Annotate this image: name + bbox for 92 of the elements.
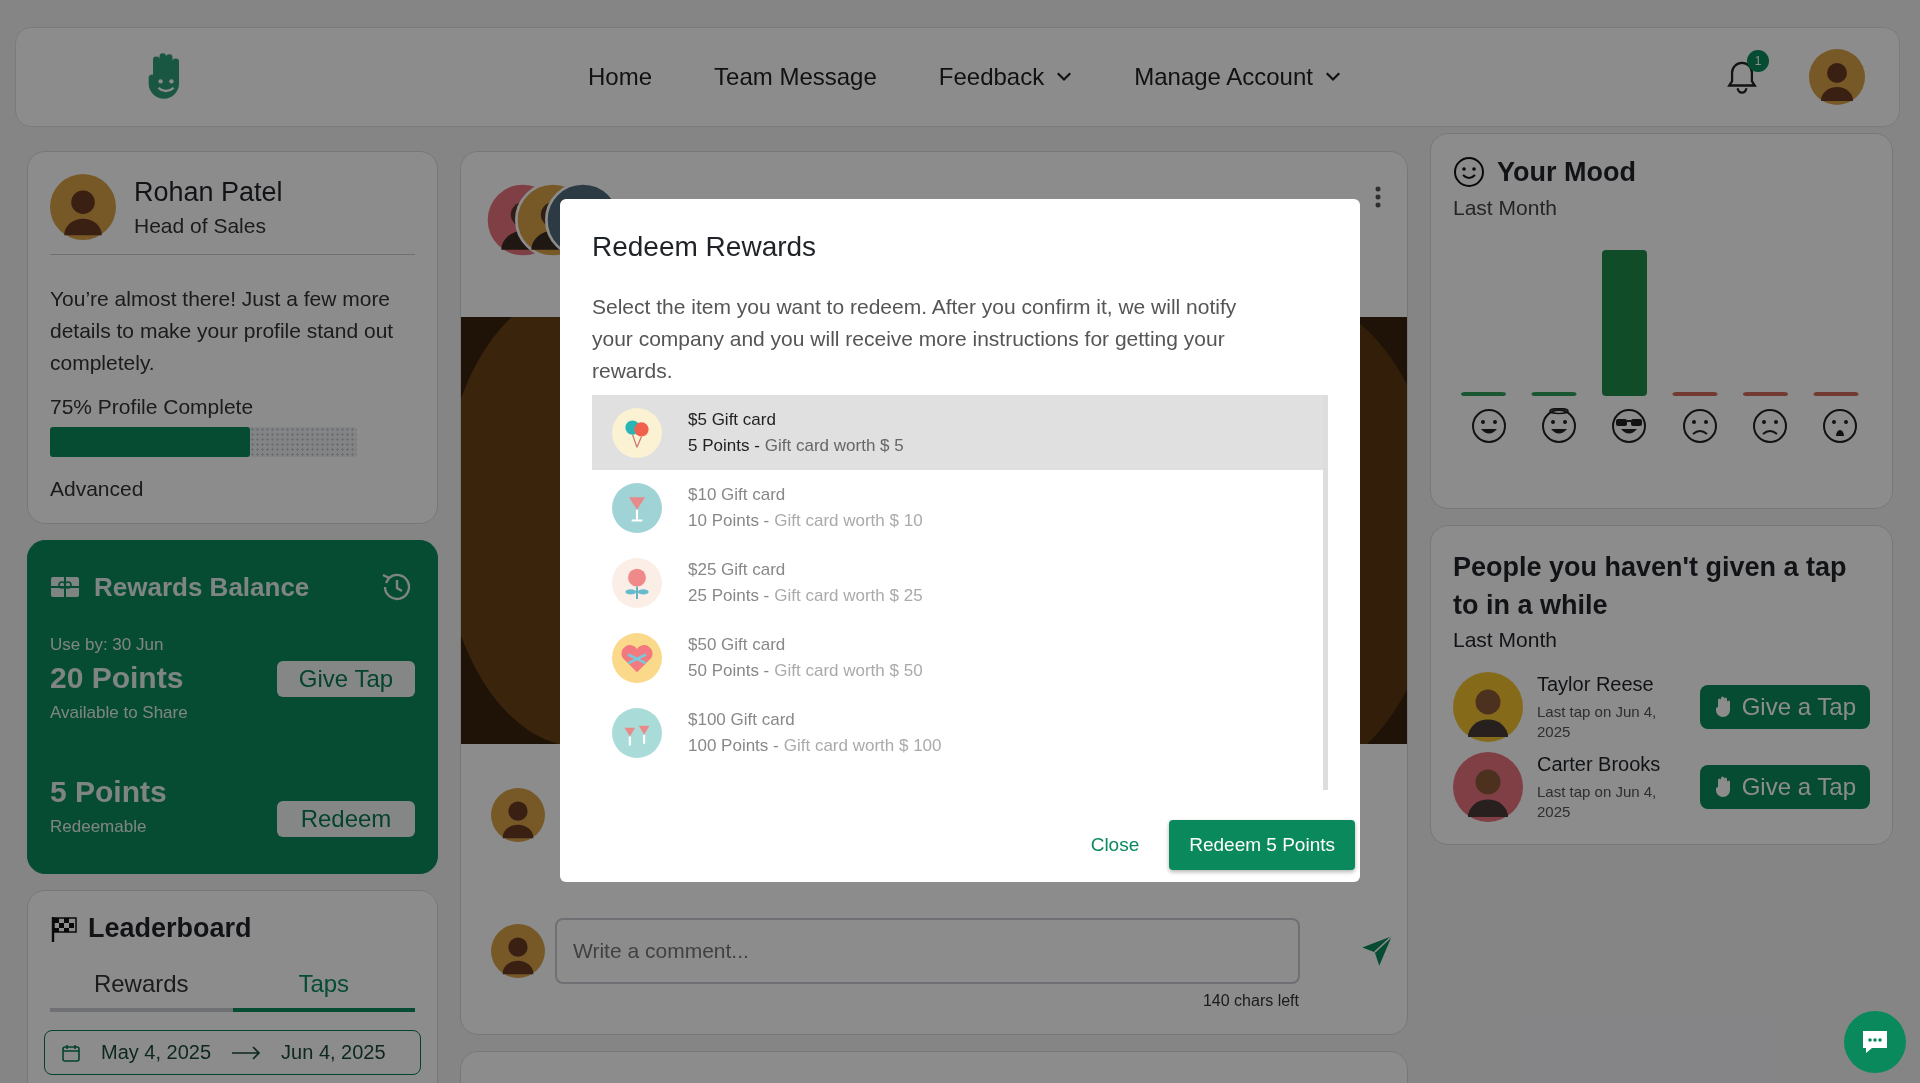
date-range-field[interactable]: May 4, 2025 Jun 4, 2025 (44, 1030, 421, 1075)
reward-option[interactable]: $25 Gift card 25 Points - Gift card worth $ 25 (592, 545, 1323, 620)
mood-bar (1743, 392, 1788, 396)
give-a-tap-button[interactable]: Give a Tap (1699, 685, 1870, 729)
profile-message: You’re almost there! Just a few more details to make your profile stand out completely. (50, 286, 395, 376)
notification-badge: 1 (1747, 50, 1769, 72)
reward-detail: Gift card worth $ 50 (774, 660, 923, 681)
reward-icon (612, 632, 662, 683)
progress-label: 75% Profile Complete (50, 395, 255, 419)
reward-title: $5 Gift card (688, 409, 777, 430)
leaderboard-tab[interactable]: Rewards (50, 970, 233, 1012)
mood-title: Your Mood (1497, 156, 1636, 188)
chat-icon (1860, 1028, 1890, 1056)
use-by-date: Use by: 30 Jun (50, 635, 165, 655)
reward-title: $25 Gift card (688, 559, 787, 580)
leaderboard-tab[interactable]: Taps (232, 970, 415, 1012)
avatar-icon (1453, 752, 1523, 822)
avatar-icon (491, 788, 545, 842)
avatar-icon (491, 924, 545, 978)
flag-icon (50, 914, 78, 943)
redeem-points: 5 Points (50, 775, 167, 809)
emoji-icon (1541, 408, 1578, 444)
close-button[interactable]: Close (1084, 833, 1146, 857)
send-icon[interactable] (1360, 934, 1394, 968)
people-subtitle: Last Month (1453, 628, 1558, 652)
reward-option[interactable]: $100 Gift card 100 Points - Gift card worth $ 100 (592, 695, 1323, 770)
avatar-icon[interactable] (1809, 49, 1865, 105)
give-a-tap-button[interactable]: Give a Tap (1699, 765, 1870, 809)
mood-subtitle: Last Month (1453, 196, 1558, 220)
leaderboard-title: Leaderboard (88, 913, 252, 944)
reward-icon (612, 557, 662, 608)
emoji-icon (1751, 408, 1788, 444)
more-options-icon[interactable] (1375, 186, 1381, 208)
redeem-points-button[interactable]: Redeem 5 Points (1169, 820, 1355, 870)
nav-link[interactable]: Team Message (714, 63, 877, 91)
last-tap-date: Last tap on Jun 4, 2025 (1537, 701, 1658, 742)
profile-name: Rohan Patel (134, 176, 283, 208)
reward-points: 10 Points - (688, 510, 770, 531)
reward-option[interactable]: $50 Gift card 50 Points - Gift card worth $ 50 (592, 620, 1323, 695)
profile-title: Head of Sales (134, 213, 267, 238)
mood-bar (1531, 392, 1577, 396)
reward-option[interactable]: $10 Gift card 10 Points - Gift card worth $ 10 (592, 470, 1323, 545)
redeem-caption: Redeemable (50, 817, 148, 837)
share-caption: Available to Share (50, 703, 188, 723)
last-tap-date: Last tap on Jun 4, 2025 (1537, 781, 1658, 822)
person-name: Taylor Reese (1537, 672, 1655, 696)
reward-points: 100 Points - (688, 735, 779, 756)
arrow-icon (231, 1045, 262, 1060)
emoji-icon (1611, 408, 1648, 444)
emoji-icon (1471, 408, 1507, 444)
chars-left-counter: 140 chars left (1201, 992, 1299, 1010)
mood-bar (1461, 392, 1506, 396)
date-to: Jun 4, 2025 (281, 1041, 386, 1064)
comment-field[interactable]: Write a comment... (555, 918, 1300, 984)
reward-title: $10 Gift card (688, 484, 787, 505)
nav-link[interactable]: Home (588, 63, 653, 91)
dialog-description: Select the item you want to redeem. After you confirm it, we will notify your company and you will receive more instructions for getting your rewards. (592, 294, 1238, 384)
emoji-icon (1821, 408, 1858, 444)
dialog-title: Redeem Rewards (592, 231, 818, 263)
reward-points: 5 Points - (688, 435, 760, 456)
avatar-icon (50, 174, 116, 240)
emoji-icon (1681, 408, 1718, 444)
people-title: People you haven't given a tap to in a while (1453, 551, 1848, 622)
reward-detail: Gift card worth $ 100 (783, 735, 942, 756)
reward-icon (612, 482, 662, 533)
reward-icon (612, 707, 662, 758)
reward-detail: Gift card worth $ 5 (764, 435, 904, 456)
caret-icon (1325, 72, 1341, 82)
tier-label: Advanced (50, 477, 145, 501)
reward-points: 25 Points - (688, 585, 770, 606)
reward-title: $50 Gift card (688, 634, 787, 655)
gift-card-icon (50, 576, 80, 598)
reward-title: $100 Gift card (688, 709, 796, 730)
reward-points: 50 Points - (688, 660, 770, 681)
person-name: Carter Brooks (1537, 752, 1662, 776)
nav-link[interactable]: Manage Account (1134, 63, 1341, 91)
rewards-title: Rewards Balance (94, 571, 310, 603)
mood-bar (1813, 392, 1859, 396)
nav-link[interactable]: Feedback (938, 63, 1073, 91)
mood-bar (1672, 392, 1718, 396)
share-points: 20 Points (50, 661, 185, 695)
calendar-icon (61, 1042, 81, 1063)
reward-detail: Gift card worth $ 10 (774, 510, 923, 531)
date-from: May 4, 2025 (101, 1041, 212, 1064)
give-tap-button[interactable]: Give Tap (277, 661, 415, 697)
redeem-button[interactable]: Redeem (277, 801, 415, 837)
reward-option[interactable]: $5 Gift card 5 Points - Gift card worth $ 5 (592, 395, 1323, 470)
avatar-icon (1453, 672, 1523, 742)
smiley-icon (1453, 156, 1485, 188)
reward-icon (612, 407, 662, 458)
caret-icon (1056, 72, 1073, 82)
reward-detail: Gift card worth $ 25 (774, 585, 923, 606)
